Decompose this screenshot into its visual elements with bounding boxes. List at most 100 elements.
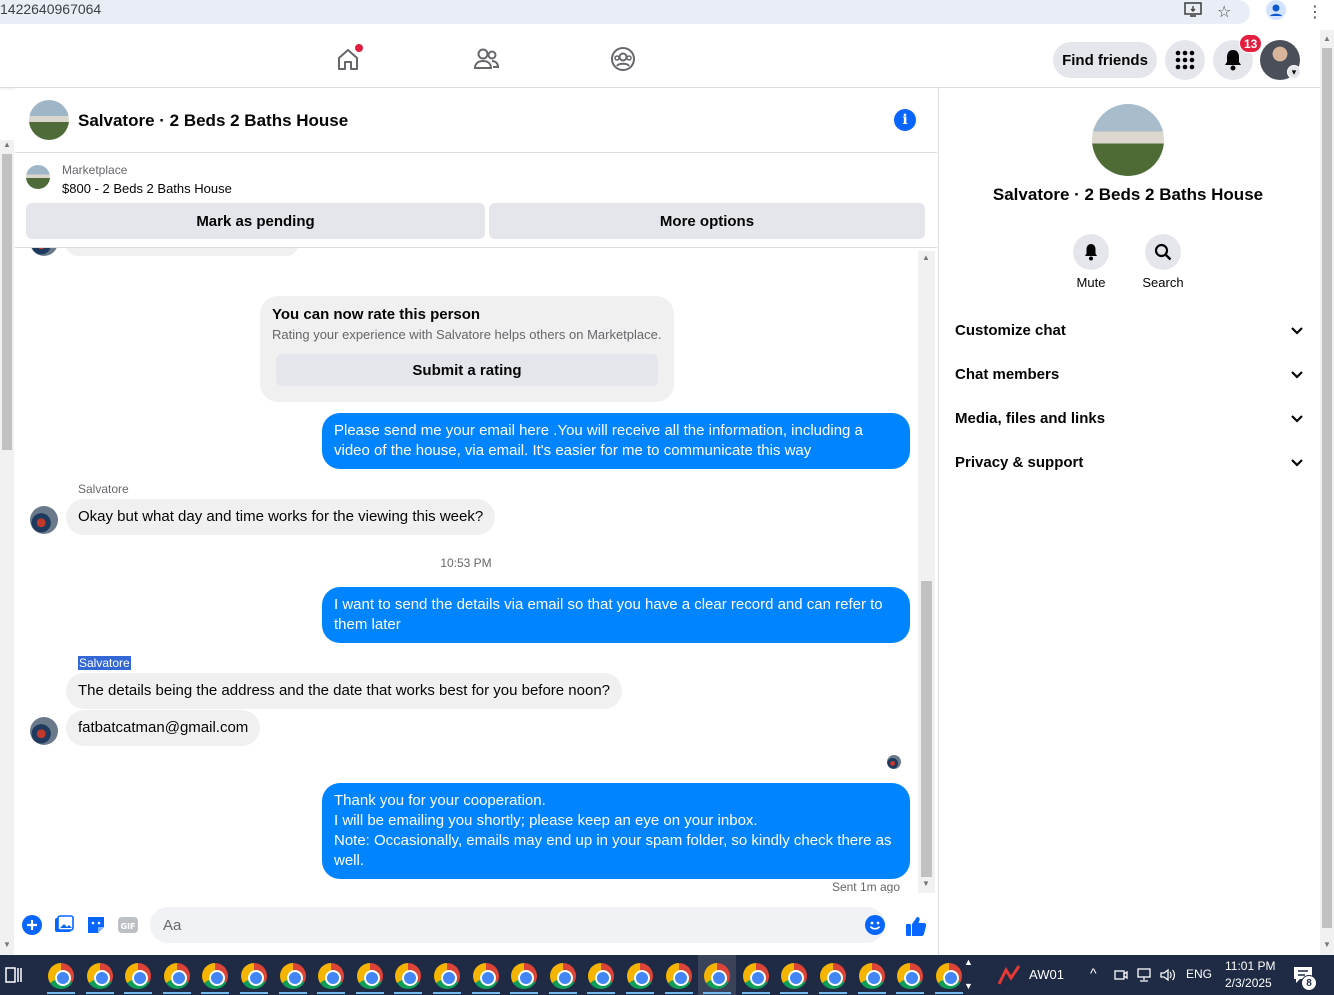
bookmark-star-icon[interactable]: ☆ — [1217, 2, 1231, 22]
taskbar-chrome-window-icon[interactable] — [357, 963, 383, 989]
taskbar-chrome-window-icon[interactable] — [87, 963, 113, 989]
left-scrollbar[interactable]: ▲ ▼ — [0, 140, 14, 955]
taskbar-chrome-window-icon[interactable] — [280, 963, 306, 989]
taskbar-chrome-window-icon[interactable] — [473, 963, 499, 989]
emoji-icon[interactable] — [865, 915, 885, 935]
taskbar-chrome-window-icon[interactable] — [395, 963, 421, 989]
search-icon — [1145, 234, 1181, 270]
taskbar-chrome-window-icon[interactable] — [704, 963, 730, 989]
url-field[interactable]: 1422640967064 — [0, 0, 1250, 24]
chat-scrollbar[interactable]: ▲ ▼ — [918, 251, 935, 893]
friends-icon[interactable] — [469, 42, 503, 76]
chat-members-row[interactable]: Chat members — [955, 352, 1303, 396]
taskbar-running-indicator — [703, 992, 731, 994]
page-scrollbar[interactable]: ▲ ▼ — [1320, 30, 1334, 955]
app-logo-icon[interactable] — [997, 964, 1021, 991]
taskbar-chrome-window-icon[interactable] — [781, 963, 807, 989]
taskbar-chrome-window-icon[interactable] — [666, 963, 692, 989]
media-files-links-row[interactable]: Media, files and links — [955, 396, 1303, 440]
outgoing-message[interactable]: Please send me your email here .You will… — [322, 413, 910, 469]
privacy-support-row[interactable]: Privacy & support — [955, 440, 1303, 484]
clock-date[interactable]: 2/3/2025 — [1225, 976, 1272, 990]
thread-title[interactable]: Salvatore · 2 Beds 2 Baths House — [78, 111, 348, 131]
sender-avatar[interactable] — [30, 248, 58, 256]
customize-chat-row[interactable]: Customize chat — [955, 308, 1303, 352]
taskbar-chrome-window-icon[interactable] — [48, 963, 74, 989]
listing-description[interactable]: $800 - 2 Beds 2 Baths House — [62, 181, 232, 196]
search-button[interactable]: Search — [1133, 234, 1193, 290]
message-timestamp: 10:53 PM — [440, 556, 492, 570]
info-icon[interactable]: i — [894, 109, 916, 131]
taskbar-chrome-window-icon[interactable] — [743, 963, 769, 989]
scroll-up-icon[interactable]: ▲ — [1323, 34, 1331, 43]
chat-header: Salvatore · 2 Beds 2 Baths House i — [15, 88, 937, 153]
groups-icon[interactable] — [606, 42, 640, 76]
listing-thumbnail[interactable] — [26, 165, 50, 189]
browser-menu-icon[interactable]: ⋮ — [1307, 2, 1323, 22]
conversation-avatar[interactable] — [1092, 104, 1164, 176]
plus-icon[interactable] — [22, 915, 42, 935]
home-icon[interactable] — [331, 42, 365, 76]
photo-icon[interactable] — [54, 915, 74, 935]
scroll-down-icon[interactable]: ▼ — [1323, 940, 1331, 949]
submit-rating-button[interactable]: Submit a rating — [276, 354, 658, 386]
taskbar-chrome-window-icon[interactable] — [511, 963, 537, 989]
taskbar-scroll-up-icon[interactable]: ▲ — [964, 957, 973, 967]
browser-address-bar: 1422640967064 ☆ ⋮ — [0, 0, 1334, 30]
taskbar-chrome-window-icon[interactable] — [164, 963, 190, 989]
mark-as-pending-button[interactable]: Mark as pending — [26, 203, 485, 239]
scroll-down-icon[interactable]: ▼ — [922, 879, 930, 888]
sender-avatar[interactable] — [30, 506, 58, 534]
thread-avatar[interactable] — [29, 100, 69, 140]
page-scrollbar-thumb[interactable] — [1322, 48, 1332, 928]
incoming-message-email[interactable]: fatbatcatman@gmail.com — [66, 710, 261, 746]
volume-icon[interactable] — [1159, 967, 1177, 988]
install-app-icon[interactable] — [1184, 2, 1202, 23]
network-icon[interactable] — [1136, 967, 1152, 988]
account-chevron-down-icon[interactable]: ▾ — [1287, 65, 1301, 79]
taskbar-app-label[interactable]: AW01 — [1029, 967, 1064, 982]
find-friends-button[interactable]: Find friends — [1053, 42, 1157, 78]
taskbar-chrome-window-icon[interactable] — [202, 963, 228, 989]
task-view-icon[interactable] — [4, 965, 24, 990]
taskbar-chrome-window-icon[interactable] — [550, 963, 576, 989]
mute-button[interactable]: Mute — [1061, 234, 1121, 290]
meet-now-icon[interactable] — [1114, 967, 1128, 988]
profile-icon[interactable] — [1266, 0, 1286, 25]
gif-icon[interactable]: GIF — [118, 915, 138, 935]
language-indicator[interactable]: ENG — [1186, 967, 1212, 981]
more-options-button[interactable]: More options — [489, 203, 925, 239]
taskbar-chrome-window-icon[interactable] — [820, 963, 846, 989]
sender-avatar[interactable] — [30, 717, 58, 745]
taskbar-running-indicator — [587, 992, 615, 994]
sticker-icon[interactable] — [86, 915, 106, 935]
taskbar-scroll-down-icon[interactable]: ▼ — [964, 981, 973, 991]
taskbar-chrome-window-icon[interactable] — [318, 963, 344, 989]
incoming-message[interactable]: The details being the address and the da… — [66, 673, 623, 709]
taskbar-chrome-window-icon[interactable] — [434, 963, 460, 989]
taskbar-running-indicator — [433, 992, 461, 994]
rate-person-card: You can now rate this person Rating your… — [260, 296, 674, 402]
taskbar-running-indicator — [86, 992, 114, 994]
incoming-message[interactable]: Okay but what day and time works for the… — [66, 499, 496, 535]
left-scrollbar-thumb[interactable] — [2, 154, 12, 450]
message-input[interactable] — [150, 907, 885, 943]
taskbar-running-indicator — [163, 992, 191, 994]
like-thumb-icon[interactable] — [904, 914, 928, 938]
taskbar-chrome-window-icon[interactable] — [897, 963, 923, 989]
taskbar-chrome-window-icon[interactable] — [241, 963, 267, 989]
outgoing-message[interactable]: Thank you for your cooperation. I will b… — [322, 783, 910, 879]
scroll-down-icon[interactable]: ▼ — [3, 940, 11, 949]
taskbar-chrome-window-icon[interactable] — [859, 963, 885, 989]
clock-time[interactable]: 11:01 PM — [1225, 959, 1275, 973]
menu-grid-icon[interactable] — [1165, 40, 1205, 80]
taskbar-chrome-window-icon[interactable] — [936, 963, 962, 989]
taskbar-chrome-window-icon[interactable] — [588, 963, 614, 989]
chat-scrollbar-thumb[interactable] — [921, 581, 932, 877]
taskbar-chrome-window-icon[interactable] — [125, 963, 151, 989]
taskbar-chrome-window-icon[interactable] — [627, 963, 653, 989]
outgoing-message[interactable]: I want to send the details via email so … — [322, 587, 910, 643]
scroll-up-icon[interactable]: ▲ — [922, 253, 930, 262]
scroll-up-icon[interactable]: ▲ — [3, 140, 11, 149]
show-hidden-icons-chevron-up-icon[interactable]: ^ — [1090, 965, 1097, 981]
